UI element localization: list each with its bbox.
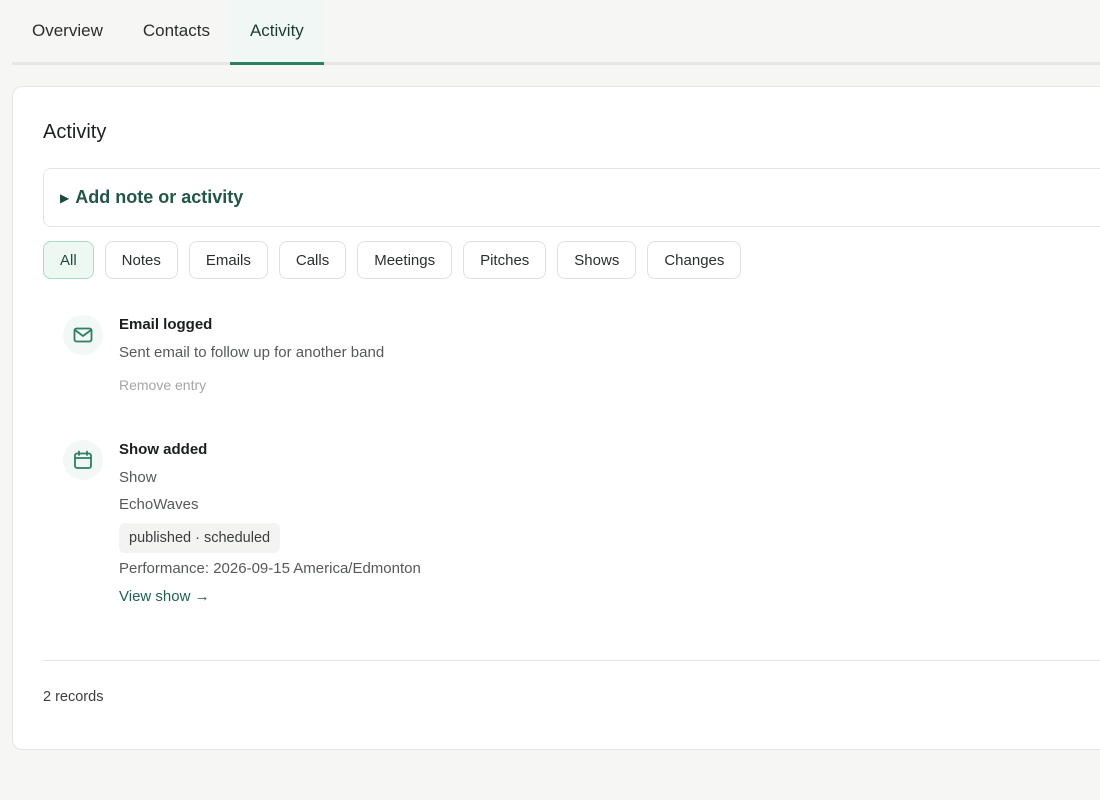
- entry-type: Show: [119, 469, 157, 486]
- record-count: 2 records: [43, 689, 104, 705]
- divider: [43, 660, 1100, 661]
- activity-card: Activity ▶ Add note or activity All Note…: [12, 86, 1100, 750]
- section-title: Activity: [43, 121, 107, 143]
- remove-entry-link[interactable]: Remove entry: [119, 375, 719, 395]
- filter-all[interactable]: All: [43, 241, 94, 279]
- filter-emails[interactable]: Emails: [188, 241, 268, 279]
- tab-contacts[interactable]: Contacts: [123, 0, 230, 62]
- calendar-icon: [63, 440, 103, 480]
- view-show-link[interactable]: View show →: [119, 587, 719, 607]
- tab-activity[interactable]: Activity: [229, 0, 324, 65]
- mail-icon: [63, 315, 103, 355]
- entry-description: Sent email to follow up for another band: [119, 344, 385, 361]
- filter-changes[interactable]: Changes: [647, 241, 742, 279]
- tab-bar: Overview Contacts Activity: [12, 0, 1100, 65]
- entry-title: Show added: [119, 441, 208, 458]
- add-note-toggle[interactable]: ▶ Add note or activity: [43, 168, 1100, 227]
- tab-overview[interactable]: Overview: [12, 0, 123, 62]
- filter-notes[interactable]: Notes: [104, 241, 178, 279]
- entry-title: Email logged: [119, 316, 213, 333]
- filter-calls[interactable]: Calls: [278, 241, 347, 279]
- filter-shows[interactable]: Shows: [557, 241, 637, 279]
- entry-performance-date: Performance: 2026-09-15 America/Edmonton: [119, 560, 421, 577]
- filter-pitches[interactable]: Pitches: [463, 241, 547, 279]
- activity-filter-bar: All Notes Emails Calls Meetings Pitches …: [43, 241, 742, 279]
- filter-meetings[interactable]: Meetings: [357, 241, 453, 279]
- disclosure-triangle-icon: ▶: [60, 190, 70, 205]
- status-badge: published · scheduled: [119, 523, 281, 553]
- entry-artist: EchoWaves: [119, 496, 199, 513]
- add-note-label: Add note or activity: [75, 187, 244, 207]
